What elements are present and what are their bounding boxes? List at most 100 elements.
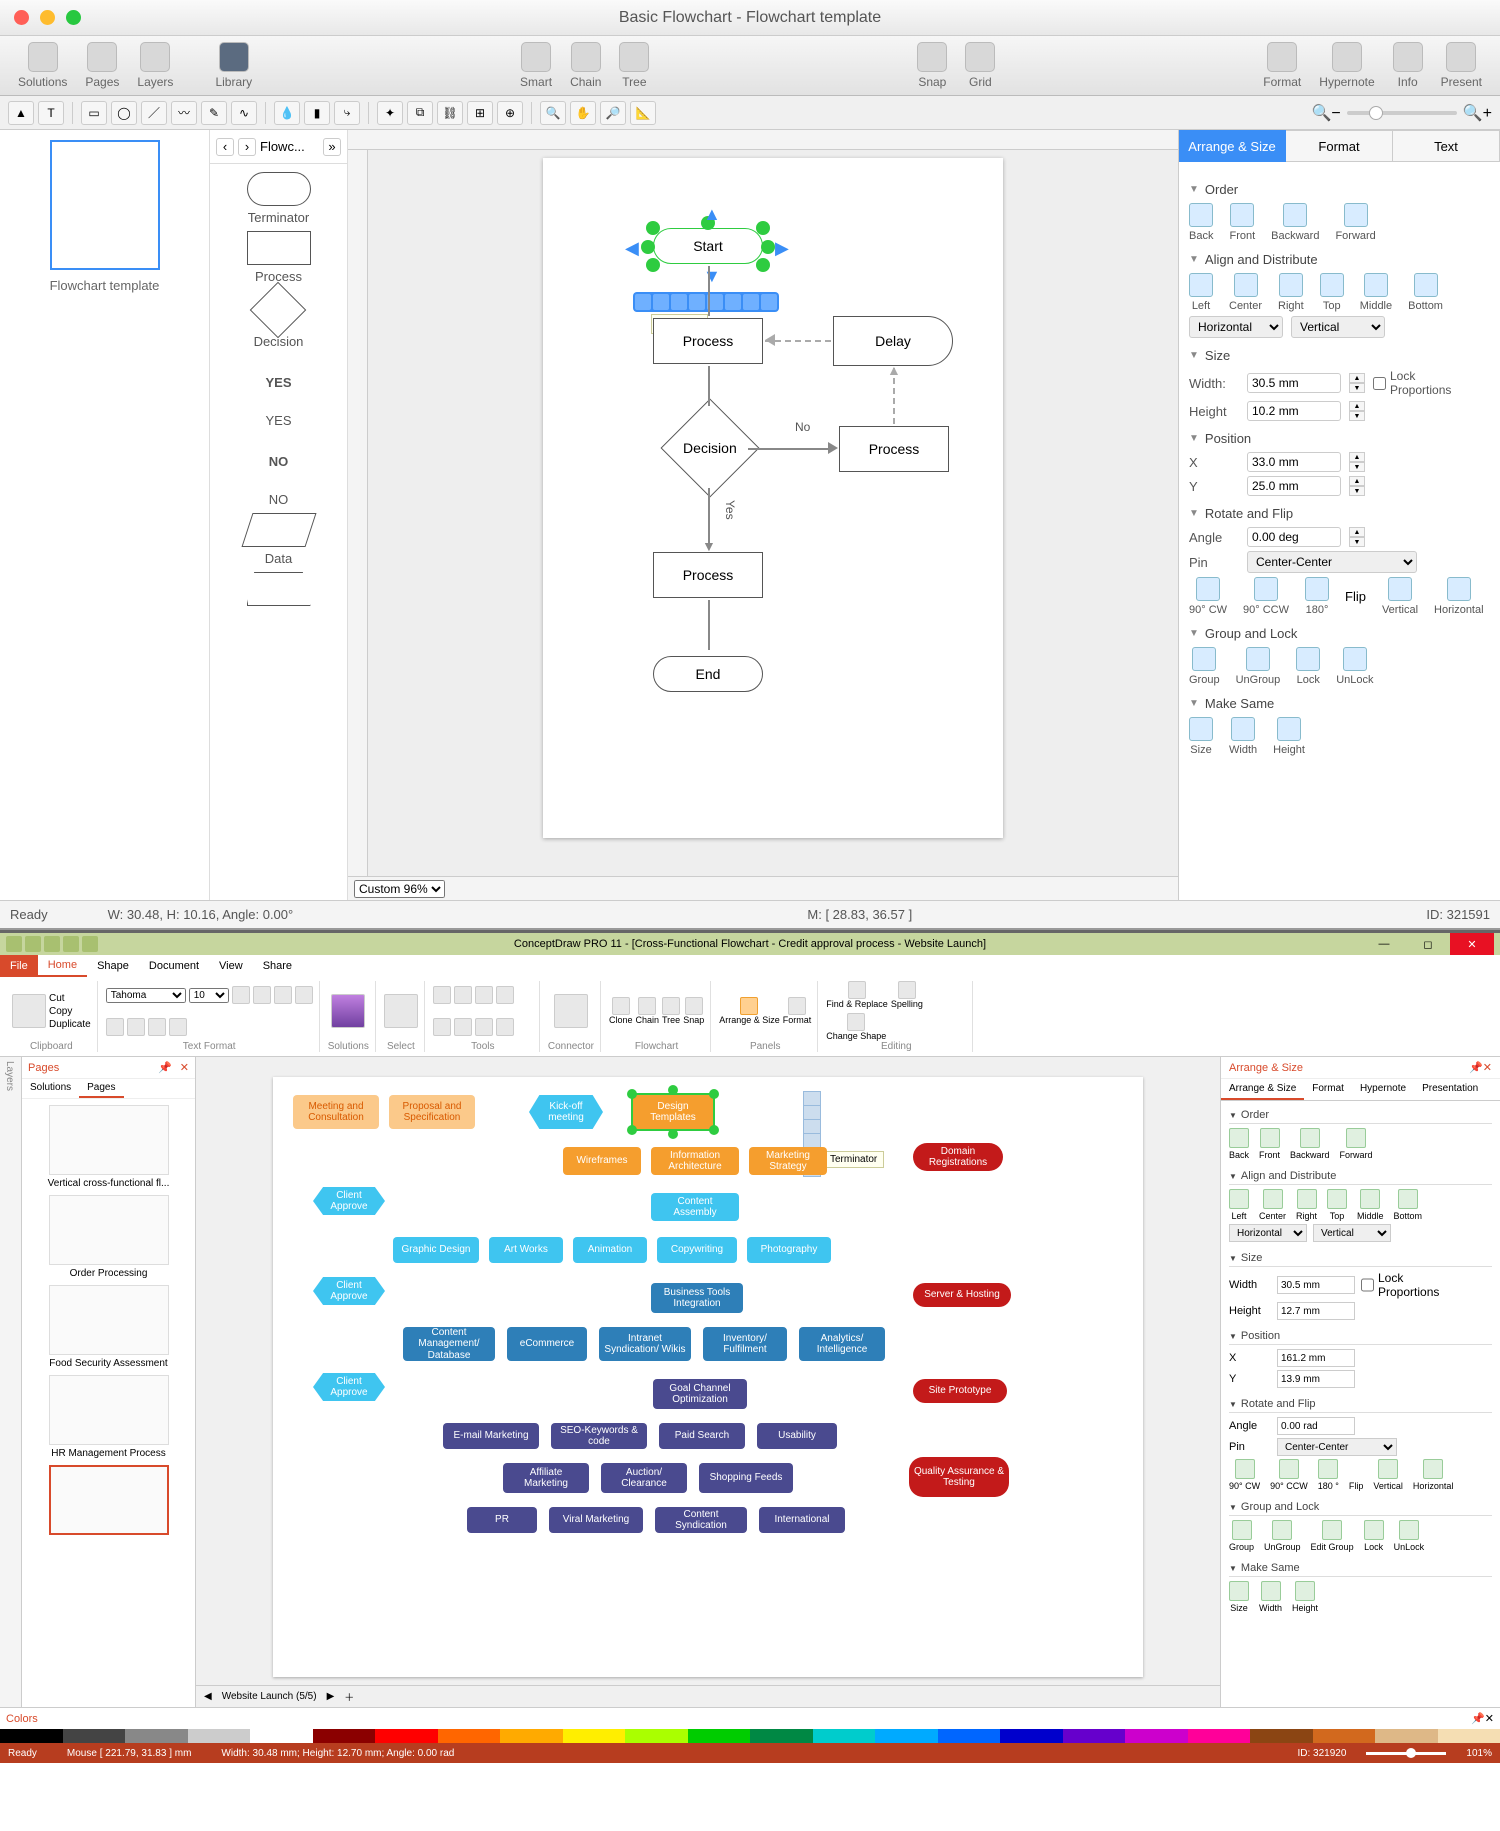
- flip-v-button[interactable]: Vertical: [1382, 577, 1418, 616]
- menu-home[interactable]: Home: [38, 955, 87, 977]
- node-shopping[interactable]: Shopping Feeds: [699, 1463, 793, 1493]
- order-backward-button[interactable]: Backward: [1271, 203, 1319, 242]
- ctx-item[interactable]: [804, 1134, 820, 1148]
- align-left-button[interactable]: Left: [1189, 273, 1213, 312]
- section-position[interactable]: Position: [1189, 431, 1490, 446]
- ctx-shape-icon[interactable]: [725, 294, 741, 310]
- menu-document[interactable]: Document: [139, 955, 209, 977]
- ctx-item[interactable]: [804, 1120, 820, 1134]
- ellipse-tool[interactable]: [433, 1018, 451, 1036]
- tree-mode-tool[interactable]: ⊞: [467, 101, 493, 125]
- prev-page-button[interactable]: ◀: [204, 1691, 212, 1702]
- hypernote-button[interactable]: Hypernote: [1313, 40, 1380, 91]
- order-back-button[interactable]: Back: [1189, 203, 1213, 242]
- bold-button[interactable]: [232, 986, 250, 1004]
- info-button[interactable]: Info: [1387, 40, 1429, 91]
- solutions-button[interactable]: Solutions: [12, 40, 73, 91]
- ruler-tool[interactable]: 📐: [630, 101, 656, 125]
- chain-button[interactable]: [638, 997, 656, 1015]
- tree-button[interactable]: [662, 997, 680, 1015]
- rect-tool[interactable]: ▭: [81, 101, 107, 125]
- node-qa[interactable]: Quality Assurance & Testing: [909, 1457, 1009, 1497]
- align-middle-button[interactable]: Middle: [1357, 1189, 1384, 1221]
- section-align[interactable]: Align and Distribute: [1189, 252, 1490, 267]
- page-item-1[interactable]: Vertical cross-functional fl...: [28, 1105, 189, 1189]
- node-ecommerce[interactable]: eCommerce: [507, 1327, 587, 1361]
- clone-tool[interactable]: ⧉: [407, 101, 433, 125]
- wsection-group[interactable]: Group and Lock: [1229, 1501, 1492, 1516]
- context-shape-bar[interactable]: [633, 292, 779, 312]
- menu-file[interactable]: File: [0, 955, 38, 977]
- extend-right-arrow[interactable]: ▶: [775, 238, 789, 259]
- format-button[interactable]: Format: [1257, 40, 1307, 91]
- node-auction[interactable]: Auction/ Clearance: [601, 1463, 687, 1493]
- page-item-4[interactable]: HR Management Process: [28, 1375, 189, 1459]
- edit-group-button[interactable]: Edit Group: [1311, 1520, 1354, 1552]
- wsection-rot[interactable]: Rotate and Flip: [1229, 1398, 1492, 1413]
- ctx-shape-icon[interactable]: [635, 294, 651, 310]
- node-content-assembly[interactable]: Content Assembly: [651, 1193, 739, 1221]
- ctx-item[interactable]: [804, 1106, 820, 1120]
- group-button[interactable]: Group: [1229, 1520, 1254, 1552]
- tab-solutions[interactable]: Solutions: [22, 1079, 79, 1098]
- node-intranet[interactable]: Intranet Syndication/ Wikis: [599, 1327, 691, 1361]
- lock-button[interactable]: Lock: [1296, 647, 1320, 686]
- node-usability[interactable]: Usability: [757, 1423, 837, 1449]
- qa-redo-button[interactable]: [44, 936, 60, 952]
- node-start[interactable]: Start: [653, 228, 763, 264]
- extend-up-arrow[interactable]: ▲: [703, 204, 721, 225]
- flip-h[interactable]: Horizontal: [1413, 1459, 1454, 1491]
- pages-button[interactable]: Pages: [79, 40, 125, 91]
- step-down[interactable]: ▼: [1349, 383, 1365, 393]
- ungroup-button[interactable]: UnGroup: [1264, 1520, 1301, 1552]
- align-middle-button[interactable]: Middle: [1360, 273, 1392, 312]
- rot-ccw[interactable]: 90° CCW: [1270, 1459, 1308, 1491]
- zoom-window-button[interactable]: [66, 10, 81, 25]
- page-item-2[interactable]: Order Processing: [28, 1195, 189, 1279]
- lock-proportions-checkbox[interactable]: [1373, 377, 1386, 390]
- pin-icon[interactable]: 📌: [158, 1061, 172, 1074]
- step-up[interactable]: ▲: [1349, 452, 1365, 462]
- curve-tool[interactable]: 〰: [171, 101, 197, 125]
- select-button[interactable]: [384, 994, 418, 1028]
- wsection-align[interactable]: Align and Distribute: [1229, 1170, 1492, 1185]
- chain-mode-tool[interactable]: ⛓: [437, 101, 463, 125]
- sel-handle[interactable]: [641, 240, 655, 254]
- sel-handle[interactable]: [756, 221, 770, 235]
- duplicate-button[interactable]: Duplicate: [49, 1019, 91, 1030]
- node-process-right[interactable]: Process: [839, 426, 949, 472]
- ctx-item[interactable]: [804, 1092, 820, 1106]
- angle-input[interactable]: [1247, 527, 1341, 547]
- rot-180[interactable]: 180 °: [1318, 1459, 1339, 1491]
- node-inventory[interactable]: Inventory/ Fulfilment: [703, 1327, 787, 1361]
- line-tool[interactable]: [475, 986, 493, 1004]
- ellipse-tool[interactable]: ◯: [111, 101, 137, 125]
- hand-tool[interactable]: ✋: [570, 101, 596, 125]
- zoom-in-icon[interactable]: 🔍+: [1463, 103, 1492, 123]
- zoom-select[interactable]: Custom 96%: [354, 880, 445, 898]
- node-decision[interactable]: Decision: [661, 399, 760, 498]
- font-select[interactable]: Tahoma: [106, 988, 186, 1003]
- flip-v[interactable]: Vertical: [1373, 1459, 1403, 1491]
- spline-tool[interactable]: ∿: [231, 101, 257, 125]
- flip-h-button[interactable]: Horizontal: [1434, 577, 1484, 616]
- node-paidsearch[interactable]: Paid Search: [659, 1423, 745, 1449]
- wsection-order[interactable]: Order: [1229, 1109, 1492, 1124]
- close-icon[interactable]: ✕: [1485, 1712, 1494, 1725]
- order-front-button[interactable]: Front: [1229, 203, 1255, 242]
- eyedrop-tool[interactable]: [475, 1018, 493, 1036]
- close-window-button[interactable]: [14, 10, 29, 25]
- solutions-button[interactable]: [331, 994, 365, 1028]
- sel-handle[interactable]: [668, 1085, 678, 1095]
- pointer-tool[interactable]: ▲: [8, 101, 34, 125]
- same-size-button[interactable]: Size: [1189, 717, 1213, 756]
- close-panel-icon[interactable]: ✕: [180, 1061, 189, 1074]
- node-kickoff[interactable]: Kick-off meeting: [529, 1095, 603, 1129]
- page-thumbnail[interactable]: [50, 140, 160, 270]
- tab-arrange[interactable]: Arrange & Size: [1179, 130, 1286, 162]
- node-process[interactable]: Process: [653, 318, 763, 364]
- next-page-button[interactable]: ▶: [327, 1691, 335, 1702]
- wsection-same[interactable]: Make Same: [1229, 1562, 1492, 1577]
- change-shape-button[interactable]: [847, 1013, 865, 1031]
- zoom-track[interactable]: [1347, 111, 1457, 115]
